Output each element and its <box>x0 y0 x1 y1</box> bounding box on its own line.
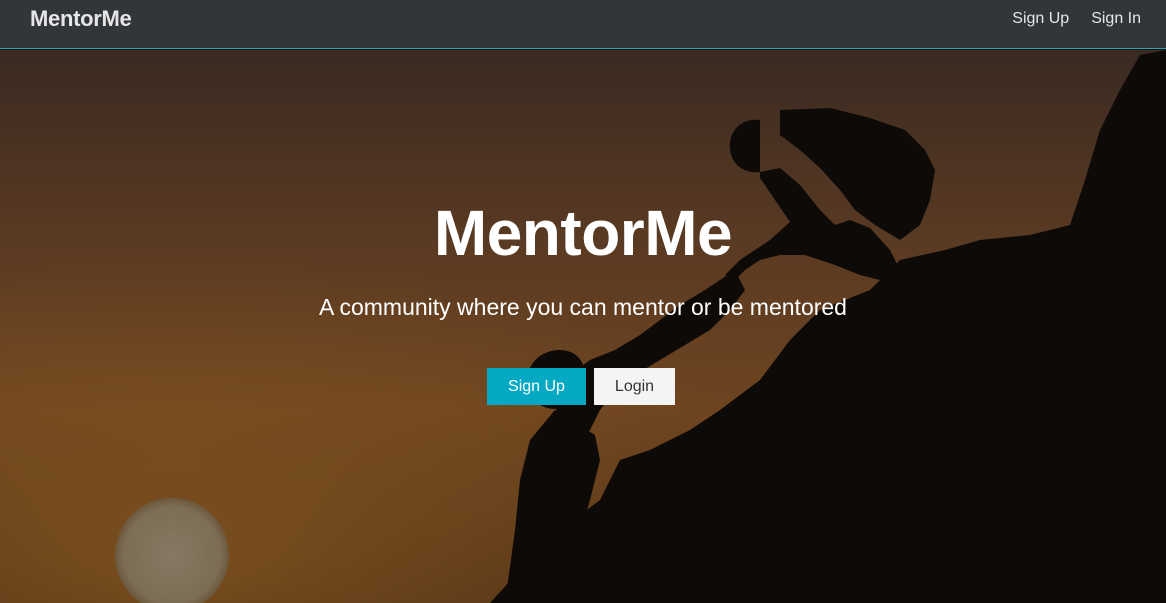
nav-links: Sign Up Sign In <box>1012 10 1141 28</box>
hero-button-group: Sign Up Login <box>487 368 675 405</box>
hero-sign-up-button[interactable]: Sign Up <box>487 368 586 405</box>
nav-sign-up-link[interactable]: Sign Up <box>1012 10 1069 28</box>
nav-sign-in-link[interactable]: Sign In <box>1091 10 1141 28</box>
hero-subtitle: A community where you can mentor or be m… <box>319 294 847 320</box>
hero-content: MentorMe A community where you can mento… <box>0 50 1166 603</box>
top-navbar: MentorMe Sign Up Sign In <box>0 0 1166 49</box>
hero-title: MentorMe <box>433 197 733 269</box>
brand-logo-link[interactable]: MentorMe <box>30 6 132 32</box>
hero-login-button[interactable]: Login <box>594 368 675 405</box>
hero-section: MentorMe A community where you can mento… <box>0 50 1166 603</box>
landing-page: MentorMe Sign Up Sign In MentorMe A comm… <box>0 0 1166 603</box>
